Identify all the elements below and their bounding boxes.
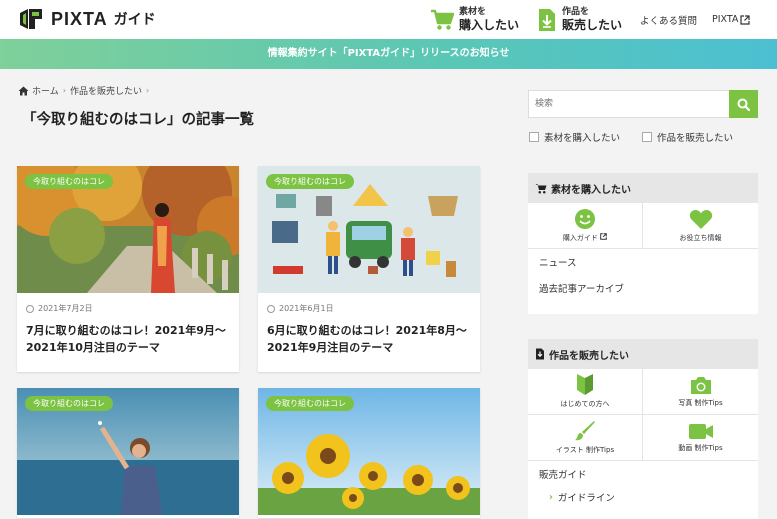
search-box: [528, 90, 758, 118]
buy-nav-line2: 購入したい: [459, 18, 520, 32]
buy-widget: 素材を購入したい 購入ガイド お役立ち情報 ニュース 過去記事アーカイブ: [528, 173, 758, 314]
breadcrumb-category[interactable]: 作品を販売したい: [70, 84, 142, 97]
tile-purchase-guide[interactable]: 購入ガイド: [528, 203, 643, 249]
notice-bar[interactable]: 情報集約サイト「PIXTAガイド」リリースのお知らせ: [0, 39, 777, 69]
sell-widget-title: 作品を販売したい: [549, 350, 629, 362]
tile-beginners[interactable]: はじめての方へ: [528, 369, 643, 415]
heart-icon: [689, 209, 712, 229]
article-thumbnail: 今取り組むのはコレ: [258, 388, 480, 515]
article-title: 7月に取り組むのはコレ！2021年9月〜2021年10月注目のテーマ: [26, 324, 226, 354]
article-thumbnail: 今取り組むのはコレ: [17, 388, 239, 515]
breadcrumb: ホーム › 作品を販売したい ›: [18, 84, 153, 97]
guideline-label: ガイドライン: [557, 493, 615, 504]
tile-label: イラスト 制作Tips: [555, 446, 615, 454]
guideline-link[interactable]: › ガイドライン: [528, 487, 758, 507]
article-card[interactable]: 今取り組むのはコレ: [17, 388, 239, 518]
article-date-text: 2021年6月1日: [279, 304, 334, 313]
external-link-icon: [740, 14, 751, 25]
search-input[interactable]: [529, 91, 729, 117]
sales-guide-link[interactable]: 販売ガイド: [528, 461, 758, 487]
sell-widget-header: 作品を販売したい: [528, 339, 758, 369]
logo[interactable]: PIXTA ガイド: [18, 7, 156, 31]
news-link[interactable]: ニュース: [528, 249, 758, 275]
cart-icon: [431, 9, 454, 30]
article-tag: 今取り組むのはコレ: [266, 396, 354, 411]
smile-icon: [575, 209, 595, 229]
video-icon: [688, 423, 713, 439]
sell-nav-button[interactable]: 作品を 販売したい: [538, 0, 622, 39]
tile-video-tips[interactable]: 動画 制作Tips: [643, 415, 758, 461]
article-card[interactable]: 今取り組むのはコレ: [258, 388, 480, 518]
site-header: PIXTA ガイド 素材を 購入したい 作品を 販売したい よくある質問 PIX…: [0, 0, 777, 39]
beginner-icon: [577, 374, 593, 395]
article-tag: 今取り組むのはコレ: [266, 174, 354, 189]
filter-buy-checkbox[interactable]: 素材を購入したい: [529, 130, 620, 144]
buy-widget-title: 素材を購入したい: [551, 184, 631, 196]
chevron-right-icon: ›: [549, 491, 553, 503]
pixta-link-label: PIXTA: [712, 14, 739, 25]
page-title: 「今取り組むのはコレ」の記事一覧: [22, 112, 254, 128]
pixta-logo-icon: [20, 9, 42, 29]
clock-icon: [26, 304, 34, 313]
breadcrumb-separator-icon: ›: [145, 86, 150, 95]
tile-useful-info[interactable]: お役立ち情報: [643, 203, 758, 249]
buy-nav-button[interactable]: 素材を 購入したい: [430, 0, 519, 39]
article-date: 2021年7月2日: [17, 293, 239, 314]
cart-icon: [535, 183, 547, 193]
download-icon: [539, 8, 555, 31]
buy-widget-tiles: 購入ガイド お役立ち情報: [528, 203, 758, 249]
search-button[interactable]: [729, 90, 758, 118]
article-thumbnail: 今取り組むのはコレ: [17, 166, 239, 293]
filter-sell-checkbox[interactable]: 作品を販売したい: [642, 130, 733, 144]
article-title: 6月に取り組むのはコレ！2021年8月〜2021年9月注目のテーマ: [267, 324, 467, 354]
sell-widget-tiles: はじめての方へ 写真 制作Tips イラスト 制作Tips 動画 制作Tips: [528, 369, 758, 461]
tile-photo-tips[interactable]: 写真 制作Tips: [643, 369, 758, 415]
tile-label-text: 購入ガイド: [562, 234, 598, 242]
article-card[interactable]: 今取り組むのはコレ 2021年7月2日 7月に取り組むのはコレ！2021年9月〜…: [17, 166, 239, 372]
article-thumbnail: 今取り組むのはコレ: [258, 166, 480, 293]
tile-illustration-tips[interactable]: イラスト 制作Tips: [528, 415, 643, 461]
article-card[interactable]: 今取り組むのはコレ 2021年6月1日 6月に取り組むのはコレ！2021年8月〜…: [258, 166, 480, 372]
breadcrumb-separator-icon: ›: [62, 86, 66, 95]
download-icon: [536, 348, 544, 360]
archive-link[interactable]: 過去記事アーカイブ: [528, 275, 758, 301]
article-tag: 今取り組むのはコレ: [25, 396, 113, 411]
search-icon: [737, 98, 750, 111]
breadcrumb-home[interactable]: ホーム: [32, 84, 59, 97]
external-link-icon: [600, 233, 607, 240]
faq-link[interactable]: よくある質問: [640, 0, 697, 39]
brush-icon: [575, 421, 595, 441]
article-date: 2021年6月1日: [258, 293, 480, 314]
tile-label: はじめての方へ: [560, 400, 610, 408]
article-tag: 今取り組むのはコレ: [25, 174, 113, 189]
sell-nav-line1: 作品を: [562, 7, 590, 17]
sell-nav-line2: 販売したい: [562, 18, 623, 32]
pixta-link[interactable]: PIXTA: [712, 0, 751, 39]
tile-label: 写真 制作Tips: [678, 398, 723, 407]
sell-widget: 作品を販売したい はじめての方へ 写真 制作Tips イラスト 制作Tips 動…: [528, 339, 758, 519]
buy-widget-header: 素材を購入したい: [528, 173, 758, 203]
checkbox[interactable]: [529, 132, 539, 142]
tile-label: 購入ガイド: [563, 233, 607, 243]
tile-label: 動画 制作Tips: [678, 443, 723, 452]
home-icon: [18, 86, 29, 95]
filter-buy-label: 素材を購入したい: [544, 133, 621, 144]
article-date-text: 2021年7月2日: [38, 304, 93, 313]
camera-icon: [690, 376, 711, 394]
logo-subtitle: ガイド: [113, 12, 156, 28]
clock-icon: [267, 304, 275, 313]
buy-nav-line1: 素材を: [459, 7, 487, 17]
filter-sell-label: 作品を販売したい: [657, 133, 734, 144]
checkbox[interactable]: [642, 132, 652, 142]
tile-label: お役立ち情報: [679, 233, 722, 242]
logo-text: PIXTA: [51, 8, 108, 29]
